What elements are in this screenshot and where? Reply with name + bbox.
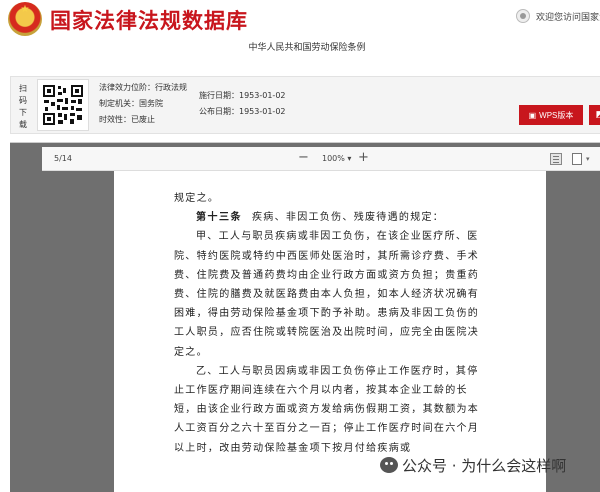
effective-date: 施行日期：1953-01-02 xyxy=(199,91,286,100)
validity: 时效性：已废止 xyxy=(99,115,155,124)
article-heading: 第十三条 疾病、非因工负伤、残废待遇的规定： xyxy=(196,212,445,224)
issuer: 制定机关：国务院 xyxy=(99,99,163,108)
page-indicator[interactable]: 5/14 xyxy=(54,154,72,163)
page-text: 规定之。 第十三条 疾病、非因工负伤、残废待遇的规定： 甲、工人与职员疾病或非因工… xyxy=(174,189,484,458)
effect-level: 法律效力位阶：行政法规 xyxy=(99,83,187,92)
wechat-icon xyxy=(380,457,398,473)
site-title[interactable]: 国家法律法规数据库 xyxy=(50,5,248,35)
welcome-text: 欢迎您访问国家法律法规数据库 xyxy=(536,13,600,23)
info-bar: 扫码下载 法律效力位阶：行政法规 制定机关：国务院 时效性：已废止 施行日期：1… xyxy=(10,76,600,134)
page-line: 规定之。 xyxy=(174,193,220,204)
paragraph-a: 甲、工人与职员疾病或非因工负伤，在该企业医疗所、医院、特约医院或特约中西医师处医… xyxy=(174,231,480,358)
user-icon[interactable] xyxy=(516,9,530,23)
document-icon: ▣ xyxy=(528,110,537,120)
document-viewer[interactable]: 5/14 − 100% ▾ + ▾ 规定之。 第十三条 疾病、非因工负伤、残废待遇… xyxy=(10,142,600,492)
publish-date: 公布日期：1953-01-02 xyxy=(199,107,286,116)
site-header: ★ 国家法律法规数据库 欢迎您访问国家法律法规数据库 xyxy=(0,0,600,38)
pdf-icon: ◩ xyxy=(595,110,600,120)
pdf-download-button[interactable]: ◩ xyxy=(589,105,600,125)
zoom-in-button[interactable]: + xyxy=(358,150,369,166)
zoom-select[interactable]: 100% ▾ xyxy=(322,154,351,163)
paragraph-b: 乙、工人与职员因病或非因工负伤停止工作医疗时，其停止工作医疗期间连续在六个月以内… xyxy=(174,365,480,454)
qr-code-icon xyxy=(43,85,83,125)
scan-download-label: 扫码下载 xyxy=(19,84,27,129)
sidebar-toggle-icon[interactable] xyxy=(550,153,562,165)
page-view-icon[interactable] xyxy=(572,153,582,165)
watermark: 公众号 · 为什么会这样啊 xyxy=(380,454,566,476)
zoom-out-button[interactable]: − xyxy=(298,150,309,166)
document-title: 中华人民共和国劳动保险条例 xyxy=(248,43,366,53)
emblem-star-icon: ★ xyxy=(20,4,30,15)
qr-code xyxy=(37,79,89,131)
wps-version-button[interactable]: ▣ WPS版本 xyxy=(519,105,583,125)
document-page: 规定之。 第十三条 疾病、非因工负伤、残废待遇的规定： 甲、工人与职员疾病或非因工… xyxy=(114,171,546,492)
viewer-toolbar: 5/14 − 100% ▾ + ▾ xyxy=(42,147,600,171)
chevron-down-icon[interactable]: ▾ xyxy=(586,155,590,163)
